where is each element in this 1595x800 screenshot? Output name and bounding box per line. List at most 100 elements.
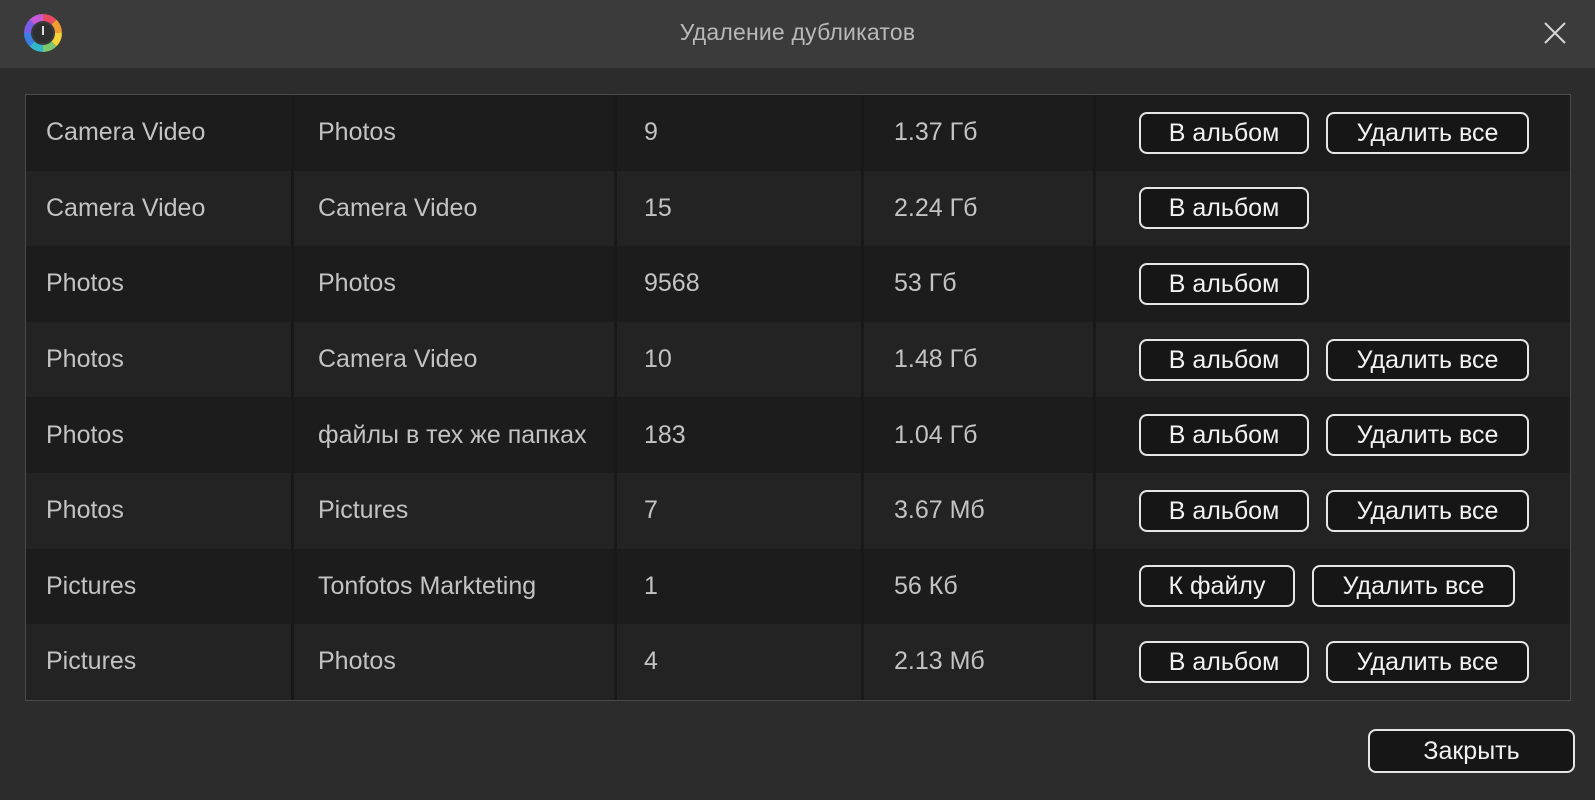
to-album-button[interactable]: В альбом — [1139, 338, 1309, 381]
count-cell: 15 — [644, 193, 672, 222]
title-bar: Удаление дубликатов — [0, 0, 1595, 68]
row-actions: В альбом Удалить все — [1139, 397, 1529, 473]
delete-all-button[interactable]: Удалить все — [1326, 489, 1529, 532]
count-cell: 10 — [644, 345, 672, 374]
table-row: Pictures Photos 4 2.13 Мб В альбом Удалить вс… — [26, 624, 1570, 700]
source-cell: Camera Video — [46, 118, 206, 147]
column-divider — [1093, 397, 1096, 473]
column-divider — [614, 246, 617, 322]
column-divider — [861, 473, 864, 549]
column-divider — [861, 170, 864, 247]
target-cell: Photos — [318, 269, 396, 298]
table-row: Pictures Tonfotos Markteting 1 56 Кб К файлу… — [26, 548, 1570, 625]
source-cell: Photos — [46, 345, 124, 374]
column-divider — [1093, 95, 1096, 171]
dialog-title: Удаление дубликатов — [679, 19, 916, 45]
column-divider — [1093, 548, 1096, 625]
to-album-button[interactable]: В альбом — [1139, 414, 1309, 457]
column-divider — [291, 473, 294, 549]
source-cell: Photos — [46, 496, 124, 525]
column-divider — [614, 321, 617, 398]
column-divider — [614, 170, 617, 247]
column-divider — [291, 624, 294, 700]
row-actions: В альбом — [1139, 246, 1309, 322]
size-cell: 2.24 Гб — [894, 193, 978, 222]
column-divider — [1093, 321, 1096, 398]
size-cell: 3.67 Мб — [894, 496, 985, 525]
target-cell: файлы в тех же папках — [318, 420, 587, 449]
target-cell: Pictures — [318, 496, 409, 525]
row-actions: К файлу Удалить все — [1139, 549, 1515, 625]
target-cell: Tonfotos Markteting — [318, 571, 537, 600]
to-album-button[interactable]: В альбом — [1139, 640, 1309, 683]
source-cell: Photos — [46, 420, 124, 449]
delete-all-button[interactable]: Удалить все — [1326, 414, 1529, 457]
size-cell: 53 Гб — [894, 269, 957, 298]
target-cell: Photos — [318, 118, 396, 147]
column-divider — [291, 321, 294, 398]
target-cell: Camera Video — [318, 193, 478, 222]
delete-all-button[interactable]: Удалить все — [1326, 338, 1529, 381]
column-divider — [861, 95, 864, 171]
target-cell: Photos — [318, 647, 396, 676]
target-cell: Camera Video — [318, 345, 478, 374]
size-cell: 56 Кб — [894, 571, 958, 600]
table-row: Camera Video Camera Video 15 2.24 Гб В альбо… — [26, 170, 1570, 247]
count-cell: 183 — [644, 420, 686, 449]
close-icon[interactable] — [1543, 21, 1567, 45]
column-divider — [291, 397, 294, 473]
source-cell: Photos — [46, 269, 124, 298]
to-album-button[interactable]: В альбом — [1139, 111, 1309, 154]
column-divider — [291, 246, 294, 322]
size-cell: 1.04 Гб — [894, 420, 978, 449]
to-album-button[interactable]: В альбом — [1139, 187, 1309, 230]
column-divider — [291, 95, 294, 171]
column-divider — [861, 246, 864, 322]
to-album-button[interactable]: В альбом — [1139, 489, 1309, 532]
size-cell: 1.37 Гб — [894, 118, 978, 147]
table-row: Camera Video Photos 9 1.37 Гб В альбом Удалит… — [26, 95, 1570, 171]
go-to-file-button[interactable]: К файлу — [1139, 565, 1295, 608]
column-divider — [1093, 473, 1096, 549]
delete-all-button[interactable]: Удалить все — [1326, 111, 1529, 154]
row-actions: В альбом — [1139, 171, 1309, 247]
table-row: Photos файлы в тех же папках 183 1.04 Гб В а… — [26, 397, 1570, 473]
source-cell: Camera Video — [46, 193, 206, 222]
count-cell: 9568 — [644, 269, 700, 298]
table-row: Photos Camera Video 10 1.48 Гб В альбом Удали… — [26, 321, 1570, 398]
column-divider — [614, 624, 617, 700]
row-actions: В альбом Удалить все — [1139, 322, 1529, 398]
row-actions: В альбом Удалить все — [1139, 624, 1529, 700]
column-divider — [1093, 246, 1096, 322]
table-row: Photos Photos 9568 53 Гб В альбом — [26, 246, 1570, 322]
column-divider — [1093, 170, 1096, 247]
column-divider — [861, 548, 864, 625]
column-divider — [861, 397, 864, 473]
column-divider — [861, 624, 864, 700]
duplicates-table: Camera Video Photos 9 1.37 Гб В альбом Удалит… — [25, 94, 1571, 701]
duplicates-dialog: Удаление дубликатов Camera Video Photos 9 1… — [0, 0, 1595, 800]
count-cell: 1 — [644, 571, 658, 600]
row-actions: В альбом Удалить все — [1139, 473, 1529, 549]
column-divider — [614, 397, 617, 473]
to-album-button[interactable]: В альбом — [1139, 262, 1309, 305]
size-cell: 2.13 Мб — [894, 647, 985, 676]
source-cell: Pictures — [46, 647, 137, 676]
column-divider — [291, 170, 294, 247]
close-button[interactable]: Закрыть — [1368, 729, 1575, 773]
source-cell: Pictures — [46, 571, 137, 600]
column-divider — [1093, 624, 1096, 700]
delete-all-button[interactable]: Удалить все — [1312, 565, 1515, 608]
count-cell: 9 — [644, 118, 658, 147]
size-cell: 1.48 Гб — [894, 345, 978, 374]
column-divider — [291, 548, 294, 625]
count-cell: 4 — [644, 647, 658, 676]
column-divider — [861, 321, 864, 398]
column-divider — [614, 95, 617, 171]
column-divider — [614, 473, 617, 549]
count-cell: 7 — [644, 496, 658, 525]
table-row: Photos Pictures 7 3.67 Мб В альбом Удалить вс… — [26, 473, 1570, 549]
delete-all-button[interactable]: Удалить все — [1326, 640, 1529, 683]
column-divider — [614, 548, 617, 625]
row-actions: В альбом Удалить все — [1139, 95, 1529, 171]
